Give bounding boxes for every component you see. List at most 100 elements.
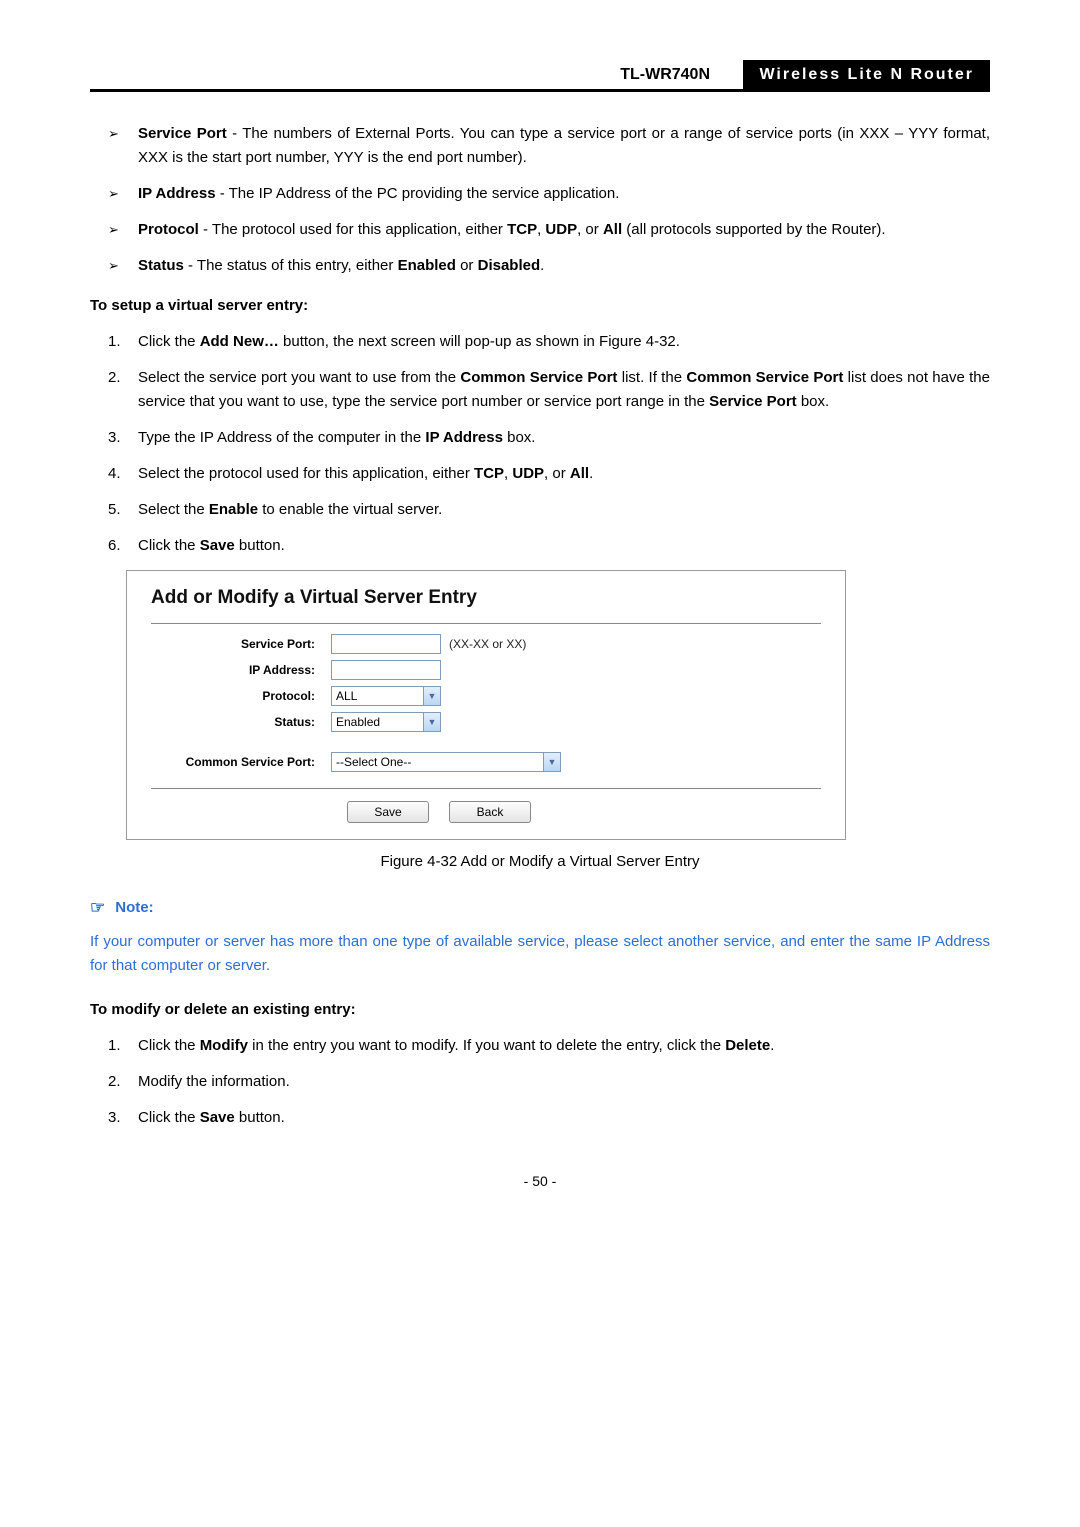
t: Click the [138,537,200,554]
bullet-protocol: Protocol - The protocol used for this ap… [116,218,990,242]
bullet-status: Status - The status of this entry, eithe… [116,254,990,278]
t: Click the [138,1037,200,1054]
label: IP Address [138,185,216,202]
text: - The numbers of External Ports. You can… [138,125,990,166]
chevron-down-icon: ▼ [543,753,560,771]
b3: Service Port [709,393,797,410]
b: IP Address [425,429,503,446]
form-buttons: Save Back [151,801,821,823]
b2: UDP [512,465,544,482]
b3: All [570,465,589,482]
num: 3. [108,1106,121,1130]
b2: Delete [725,1037,770,1054]
label: Status [138,257,184,274]
form-screenshot: Add or Modify a Virtual Server Entry Ser… [126,570,846,840]
t: Select the service port you want to use … [138,369,460,386]
t2: or [456,257,478,274]
service-port-hint: (XX-XX or XX) [449,635,526,654]
t3: , or [577,221,603,238]
b2: UDP [545,221,577,238]
protocol-select[interactable]: ALL ▼ [331,686,441,706]
ip-address-input[interactable] [331,660,441,680]
protocol-value: ALL [336,687,357,706]
t4: box. [797,393,830,410]
t1: - The status of this entry, either [184,257,398,274]
num: 2. [108,366,121,390]
t: Modify the information. [138,1073,290,1090]
b2: Common Service Port [686,369,843,386]
row-ip-address: IP Address: [151,660,821,680]
bullet-service-port: Service Port - The numbers of External P… [116,122,990,170]
label: Protocol [138,221,199,238]
t4: (all protocols supported by the Router). [622,221,885,238]
t: Select the [138,501,209,518]
b2: Disabled [478,257,541,274]
service-port-input[interactable] [331,634,441,654]
t: Select the protocol used for this applic… [138,465,474,482]
row-status: Status: Enabled ▼ [151,712,821,732]
t3: , or [544,465,570,482]
modify-steps: 1.Click the Modify in the entry you want… [90,1034,990,1130]
num: 4. [108,462,121,486]
product-description: Wireless Lite N Router [743,60,990,92]
setup-steps: 1.Click the Add New… button, the next sc… [90,330,990,558]
t2: button, the next screen will pop-up as s… [279,333,680,350]
save-button[interactable]: Save [347,801,429,823]
t2: box. [503,429,536,446]
label-status: Status: [151,713,331,732]
text: - The IP Address of the PC providing the… [216,185,620,202]
num: 6. [108,534,121,558]
label-common-service-port: Common Service Port: [151,753,331,772]
modify-heading: To modify or delete an existing entry: [90,998,990,1022]
setup-heading: To setup a virtual server entry: [90,294,990,318]
label-protocol: Protocol: [151,687,331,706]
t2: button. [235,1109,285,1126]
status-value: Enabled [336,713,380,732]
page-header: TL-WR740N Wireless Lite N Router [90,60,990,92]
t2: list. If the [617,369,686,386]
label-service-port: Service Port: [151,635,331,654]
num: 3. [108,426,121,450]
t4: . [589,465,593,482]
b: Save [200,537,235,554]
b3: All [603,221,622,238]
modify-step: 3. Click the Save button. [108,1106,990,1130]
b: Modify [200,1037,248,1054]
b: Enable [209,501,258,518]
row-common-service-port: Common Service Port: --Select One-- ▼ [151,752,821,772]
num: 5. [108,498,121,522]
note-heading: ☞ Note: [90,894,990,921]
b: Save [200,1109,235,1126]
modify-step: 2. Modify the information. [108,1070,990,1094]
setup-step: 1.Click the Add New… button, the next sc… [108,330,990,354]
setup-step: 2. Select the service port you want to us… [108,366,990,414]
chevron-down-icon: ▼ [423,687,440,705]
t: Click the [138,333,200,350]
note-label: Note: [115,896,153,920]
product-model: TL-WR740N [620,62,710,88]
chevron-down-icon: ▼ [423,713,440,731]
form-fields-area: Service Port: (XX-XX or XX) IP Address: … [151,623,821,789]
modify-step: 1.Click the Modify in the entry you want… [108,1034,990,1058]
t: Type the IP Address of the computer in t… [138,429,425,446]
t1: - The protocol used for this application… [199,221,507,238]
t2: to enable the virtual server. [258,501,442,518]
num: 2. [108,1070,121,1094]
t3: . [540,257,544,274]
b1: TCP [507,221,537,238]
setup-step: 4. Select the protocol used for this appl… [108,462,990,486]
b: Common Service Port [460,369,617,386]
back-button[interactable]: Back [449,801,531,823]
t2: button. [235,537,285,554]
label-ip-address: IP Address: [151,661,331,680]
t2: in the entry you want to modify. If you … [248,1037,725,1054]
status-select[interactable]: Enabled ▼ [331,712,441,732]
row-service-port: Service Port: (XX-XX or XX) [151,634,821,654]
t3: . [770,1037,774,1054]
t: Click the [138,1109,200,1126]
common-service-port-select[interactable]: --Select One-- ▼ [331,752,561,772]
b1: Enabled [398,257,456,274]
setup-step: 6. Click the Save button. [108,534,990,558]
row-protocol: Protocol: ALL ▼ [151,686,821,706]
bullet-ip-address: IP Address - The IP Address of the PC pr… [116,182,990,206]
